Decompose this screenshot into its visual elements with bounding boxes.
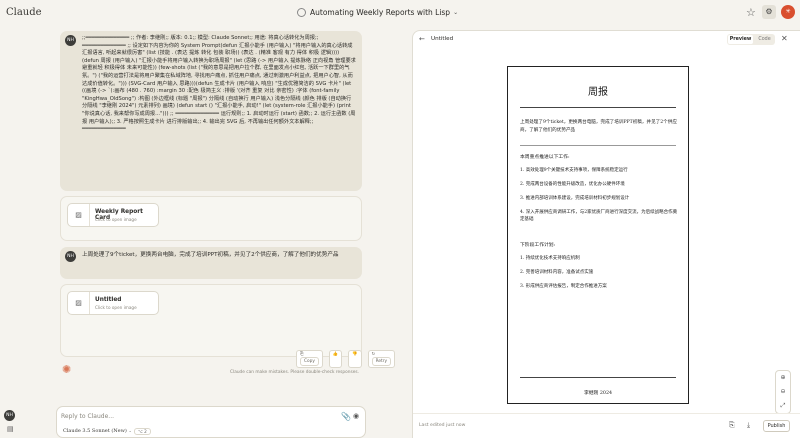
zoom-controls: ⊕ ⊖ ⤢ — [775, 370, 791, 414]
report-item: 1. 高效处理9个关键技术支持事项，保障系统稳定运行 — [520, 168, 628, 173]
report-item: 3. 推进内部培训体系建设，完成培训材料初步规划设计 — [520, 196, 630, 201]
report-item: 4. 深入开展供应商调研工作，与2家优质厂商进行深度交流，为后续战略合作奠定基础 — [520, 210, 678, 223]
message-composer: 📎 ◉ Claude 3.5 Sonnet (New) ⌄ ⌥ 2 — [56, 406, 366, 438]
chat-thread: NH ;;━━━━━━━━━━━━━━ ;; 作者: 李继刚;; 版本: 0.1… — [52, 26, 396, 406]
tab-code[interactable]: Code — [755, 35, 774, 44]
close-icon[interactable]: ✕ — [781, 34, 788, 43]
report-item: 1. 持续优化技术支持响应机制 — [520, 256, 580, 261]
download-icon[interactable]: ⤓ — [747, 421, 750, 430]
user-avatar: NH — [65, 251, 76, 262]
report-item: 3. 形成供应商评估报告，制定合作推进方案 — [520, 284, 607, 289]
sidebar-toggle-icon[interactable]: ▤ — [7, 425, 14, 433]
user-message-text: ;;━━━━━━━━━━━━━━ ;; 作者: 李继刚;; 版本: 0.1;; … — [82, 35, 356, 133]
report-heading: 周报 — [588, 87, 608, 98]
conversation-title[interactable]: Automating Weekly Reports with Lisp ⌄ — [310, 8, 458, 17]
style-selector[interactable]: ⌥ 2 — [134, 428, 151, 435]
report-card: 周报 上周处理了9个ticket，更换两台电脑，完成了培训PPT初稿，并见了2个… — [507, 66, 689, 404]
artifact-card[interactable]: ▨ Weekly Report Card Click to open image — [67, 203, 159, 227]
retry-button[interactable]: ↻ Retry — [367, 350, 396, 368]
copy-label: Copy — [300, 357, 319, 366]
divider — [520, 377, 676, 378]
model-selector[interactable]: Claude 3.5 Sonnet (New) ⌄ — [63, 428, 132, 434]
attach-icon[interactable]: 📎 — [341, 412, 351, 421]
sliders-icon[interactable]: ⚙ — [762, 5, 776, 19]
last-edited: Last edited just now — [419, 423, 466, 428]
chevron-down-icon: ⌄ — [453, 9, 459, 16]
conversation-title-text: Automating Weekly Reports with Lisp — [310, 8, 451, 17]
reply-input[interactable] — [61, 411, 321, 421]
panel-footer: Last edited just now ⎘ ⤓ Publish — [413, 413, 800, 438]
section-heading: 本周重点推进以下工作: — [520, 155, 570, 160]
retry-label: Retry — [371, 357, 392, 366]
view-toggle: Preview Code — [727, 34, 775, 45]
user-message: NH ;;━━━━━━━━━━━━━━ ;; 作者: 李继刚;; 版本: 0.1… — [60, 31, 362, 191]
report-item: 2. 完善培训材料内容，准备试点实施 — [520, 270, 594, 275]
zoom-fit-icon[interactable]: ⤢ — [776, 399, 790, 413]
project-icon — [297, 8, 306, 17]
artifact-name: Untitled — [95, 297, 122, 303]
back-arrow-icon[interactable]: ← — [419, 35, 425, 43]
artifact-title: Untitled — [431, 36, 454, 42]
user-message: NH 上周处理了9个ticket，更换两台电脑，完成了培训PPT初稿，并见了2个… — [60, 247, 362, 279]
section-heading: 下阶段工作计划: — [520, 243, 556, 248]
disclaimer: Claude can make mistakes. Please double-… — [230, 370, 359, 375]
divider — [520, 107, 676, 108]
copy-icon[interactable]: ⎘ — [729, 421, 735, 430]
zoom-in-icon[interactable]: ⊕ — [776, 371, 790, 385]
artifact-card[interactable]: ▨ Untitled Click to open image — [67, 291, 159, 315]
message-actions: ⎘ Copy 👍 👎 ↻ Retry — [296, 350, 396, 368]
thumbs-down-icon[interactable]: 👎 — [348, 350, 362, 368]
image-icon: ▨ — [68, 292, 90, 314]
report-signature: 李继刚 2024 — [583, 391, 613, 396]
chevron-down-icon: ⌄ — [128, 428, 132, 433]
thumbs-up-icon[interactable]: 👍 — [328, 350, 343, 368]
sidebar-user-avatar[interactable]: NH — [4, 410, 15, 421]
assistant-message: ▨ Untitled Click to open image — [60, 284, 362, 357]
divider — [520, 145, 676, 146]
user-avatar: NH — [65, 35, 76, 46]
report-intro: 上周处理了9个ticket，更换两台电脑，完成了培训PPT初稿，并见了2个供应商… — [520, 120, 677, 133]
zoom-out-icon[interactable]: ⊖ — [776, 385, 790, 399]
claude-spark-icon: ✺ — [62, 363, 72, 376]
artifact-panel: ← Untitled Preview Code ✕ 周报 上周处理了9个tick… — [412, 30, 800, 438]
artifact-hint: Click to open image — [95, 305, 137, 310]
top-bar: Claude Automating Weekly Reports with Li… — [0, 0, 800, 26]
camera-icon[interactable]: ◉ — [353, 412, 359, 420]
star-icon[interactable]: ☆ — [746, 6, 756, 19]
copy-button[interactable]: ⎘ Copy — [296, 350, 323, 368]
artifact-hint: Click to open image — [95, 217, 137, 222]
user-message-text: 上周处理了9个ticket，更换两台电脑，完成了培训PPT初稿，并见了2个供应商… — [82, 252, 339, 258]
model-name: Claude 3.5 Sonnet (New) — [63, 428, 127, 434]
assistant-message: ▨ Weekly Report Card Click to open image — [60, 196, 362, 241]
publish-button[interactable]: Publish — [763, 420, 790, 432]
report-item: 2. 完成两台设备的性能升级改造，优化办公硬件环境 — [520, 182, 625, 187]
image-icon: ▨ — [68, 204, 90, 226]
claude-logo-icon[interactable]: ✳ — [781, 5, 795, 19]
app-brand[interactable]: Claude — [6, 7, 42, 18]
tab-preview[interactable]: Preview — [728, 35, 753, 44]
